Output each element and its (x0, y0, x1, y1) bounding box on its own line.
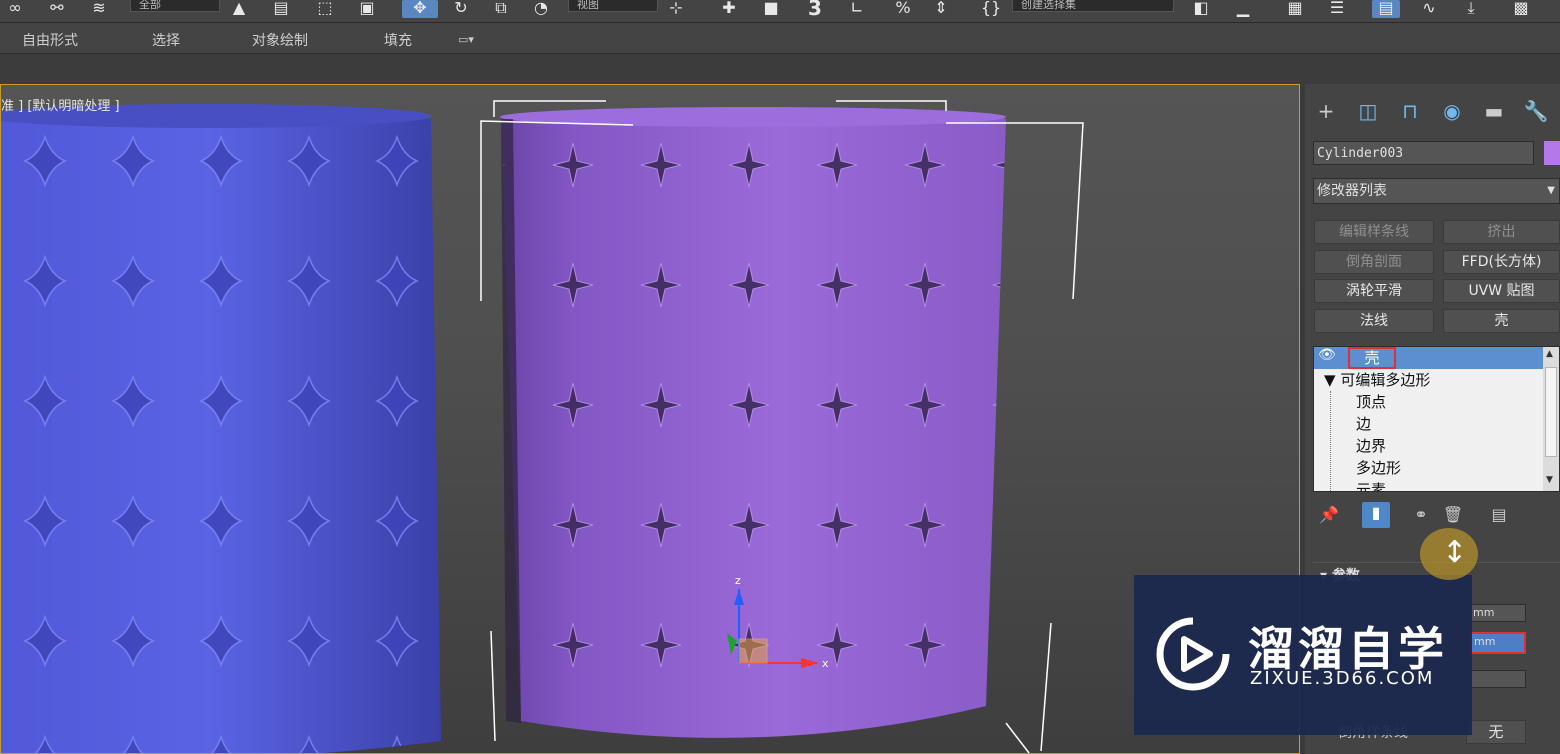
stack-item-shell[interactable]: 壳 (1348, 347, 1396, 369)
select-manipulate-icon[interactable]: ✚ (718, 0, 740, 18)
select-by-name-icon[interactable]: ▤ (270, 0, 292, 18)
viewport-scene: z x (1, 100, 1084, 753)
chevron-down-icon: ▼ (1547, 185, 1555, 196)
remove-modifier-icon[interactable]: 🗑 (1442, 504, 1464, 526)
tab-populate[interactable]: 填充 (384, 30, 412, 50)
scene-explorer-icon[interactable]: ▦ (1284, 0, 1306, 18)
mod-btn-ffd-box[interactable]: FFD(长方体) (1443, 250, 1560, 274)
space-warp-icon[interactable]: ≋ (88, 0, 110, 18)
make-unique-icon[interactable]: ⚭ (1410, 504, 1432, 526)
rotate-icon[interactable]: ↻ (450, 0, 472, 18)
spinner-unit-highlighted: mm (1474, 635, 1496, 648)
pin-stack-icon[interactable]: 📌 (1318, 504, 1340, 526)
main-toolbar: ∞ ⚯ ≋ 全部 ▲ ▤ ⬚ ▣ ✥ ↻ ⧉ ◔ 视图 ⊹ ✚ ■ 3 ∟ % … (0, 0, 1560, 23)
bevel-spline-none-button[interactable]: 无 (1466, 720, 1526, 744)
ribbon-options-icon[interactable]: ▭▾ (458, 33, 474, 46)
stack-item-editable-poly[interactable]: ▼ 可编辑多边形 (1324, 369, 1430, 391)
display-tab-icon[interactable]: ▬ (1479, 96, 1509, 126)
watermark-subtitle: ZIXUE.3D66.COM (1250, 668, 1435, 689)
stack-subobject-edge[interactable]: 边 (1356, 413, 1371, 435)
schematic-view-icon[interactable]: ⤓ (1460, 0, 1482, 18)
stack-subobject-vertex[interactable]: 顶点 (1356, 391, 1386, 413)
angle-snap-icon[interactable]: ∟ (846, 0, 868, 18)
axis-z-label: z (735, 574, 741, 587)
mod-btn-edit-spline[interactable]: 编辑样条线 (1314, 220, 1434, 244)
stack-subobject-element[interactable]: 元素 (1356, 479, 1386, 491)
mod-btn-shell[interactable]: 壳 (1443, 309, 1560, 333)
link-icon[interactable]: ∞ (4, 0, 26, 18)
stack-item-editable-poly-label: 可编辑多边形 (1340, 371, 1431, 389)
hierarchy-tab-icon[interactable]: ⊓ (1395, 96, 1425, 126)
pivot-icon[interactable]: ⊹ (665, 0, 687, 18)
ribbon-toggle-icon[interactable]: ▤ (1372, 0, 1400, 18)
outer-amount-spinner[interactable]: mm (1470, 632, 1526, 654)
modifier-list-label: 修改器列表 (1317, 183, 1387, 199)
stack-subobject-border[interactable]: 边界 (1356, 435, 1386, 457)
snap-toggle[interactable]: 3 (804, 0, 826, 18)
edit-named-sets-icon[interactable]: {} (980, 0, 1002, 18)
modifier-list-dropdown[interactable]: 修改器列表 ▼ (1313, 178, 1560, 204)
eye-icon[interactable]: 👁 (1318, 347, 1340, 363)
spinner-snap-icon[interactable]: ⇕ (930, 0, 952, 18)
mod-btn-bevel-profile[interactable]: 倒角剖面 (1314, 250, 1434, 274)
select-object-icon[interactable]: ▲ (228, 0, 250, 18)
stack-subobject-polygon[interactable]: 多边形 (1356, 457, 1401, 479)
layer-explorer-icon[interactable]: ☰ (1326, 0, 1348, 18)
stack-scrollbar[interactable]: ▲ ▼ (1543, 347, 1559, 491)
named-selection-dropdown[interactable]: 创建选择集 (1012, 0, 1174, 12)
object-color-swatch[interactable] (1544, 141, 1560, 165)
ribbon-panel-area (0, 53, 1560, 84)
modifier-stack[interactable]: 👁 壳 ▼ 可编辑多边形 顶点 边 边界 多边形 元素 ▲ ▼ (1313, 346, 1560, 492)
modify-tab-icon[interactable]: ◫ (1353, 96, 1383, 126)
scroll-up-icon[interactable]: ▲ (1546, 349, 1553, 359)
mirror-icon[interactable]: ◧ (1190, 0, 1212, 18)
scroll-thumb[interactable] (1545, 367, 1557, 457)
play-logo-icon (1156, 617, 1230, 691)
utilities-tab-icon[interactable]: 🔧 (1521, 96, 1551, 126)
show-end-result-icon[interactable]: ▮ (1362, 502, 1390, 528)
mod-btn-extrude[interactable]: 挤出 (1443, 220, 1560, 244)
keyboard-shortcut-icon[interactable]: ■ (760, 0, 782, 18)
create-tab-icon[interactable]: + (1311, 96, 1341, 126)
viewport-label[interactable]: 准 ] [默认明暗处理 ] (1, 95, 120, 114)
mod-btn-normal[interactable]: 法线 (1314, 309, 1434, 333)
axis-x-label: x (822, 657, 829, 670)
spinner-unit: mm (1473, 606, 1495, 619)
tab-freeform[interactable]: 自由形式 (22, 30, 78, 50)
material-editor-icon[interactable]: ▩ (1510, 0, 1532, 18)
tab-object-paint[interactable]: 对象绘制 (252, 30, 308, 50)
percent-snap-icon[interactable]: % (892, 0, 914, 18)
align-icon[interactable]: ▁ (1232, 0, 1254, 18)
motion-tab-icon[interactable]: ◉ (1437, 96, 1467, 126)
rect-select-icon[interactable]: ⬚ (314, 0, 336, 18)
unlink-icon[interactable]: ⚯ (46, 0, 68, 18)
segments-spinner[interactable] (1470, 670, 1526, 688)
inner-amount-spinner[interactable]: mm (1470, 604, 1526, 622)
placement-icon[interactable]: ◔ (530, 0, 552, 18)
resize-cursor-icon: ↕ (1442, 535, 1468, 570)
tab-selection[interactable]: 选择 (152, 30, 180, 50)
window-crossing-icon[interactable]: ▣ (356, 0, 378, 18)
mod-btn-turbosmooth[interactable]: 涡轮平滑 (1314, 279, 1434, 303)
reference-coord-dropdown[interactable]: 视图 (568, 0, 658, 12)
configure-sets-icon[interactable]: ▤ (1488, 504, 1510, 526)
mod-btn-uvw-map[interactable]: UVW 贴图 (1443, 279, 1560, 303)
move-icon[interactable]: ✥ (402, 0, 438, 18)
expand-triangle-icon: ▼ (1324, 371, 1336, 389)
ribbon-tabs: 自由形式 选择 对象绘制 填充 ▭▾ (0, 23, 1560, 53)
object-name-field[interactable]: Cylinder003 (1313, 141, 1534, 165)
scroll-down-icon[interactable]: ▼ (1546, 475, 1553, 485)
curve-editor-icon[interactable]: ∿ (1418, 0, 1440, 18)
perspective-viewport[interactable]: z x 准 ] [默认明暗处理 ] (0, 84, 1300, 754)
selection-filter-dropdown[interactable]: 全部 (130, 0, 220, 12)
scale-icon[interactable]: ⧉ (490, 0, 512, 18)
